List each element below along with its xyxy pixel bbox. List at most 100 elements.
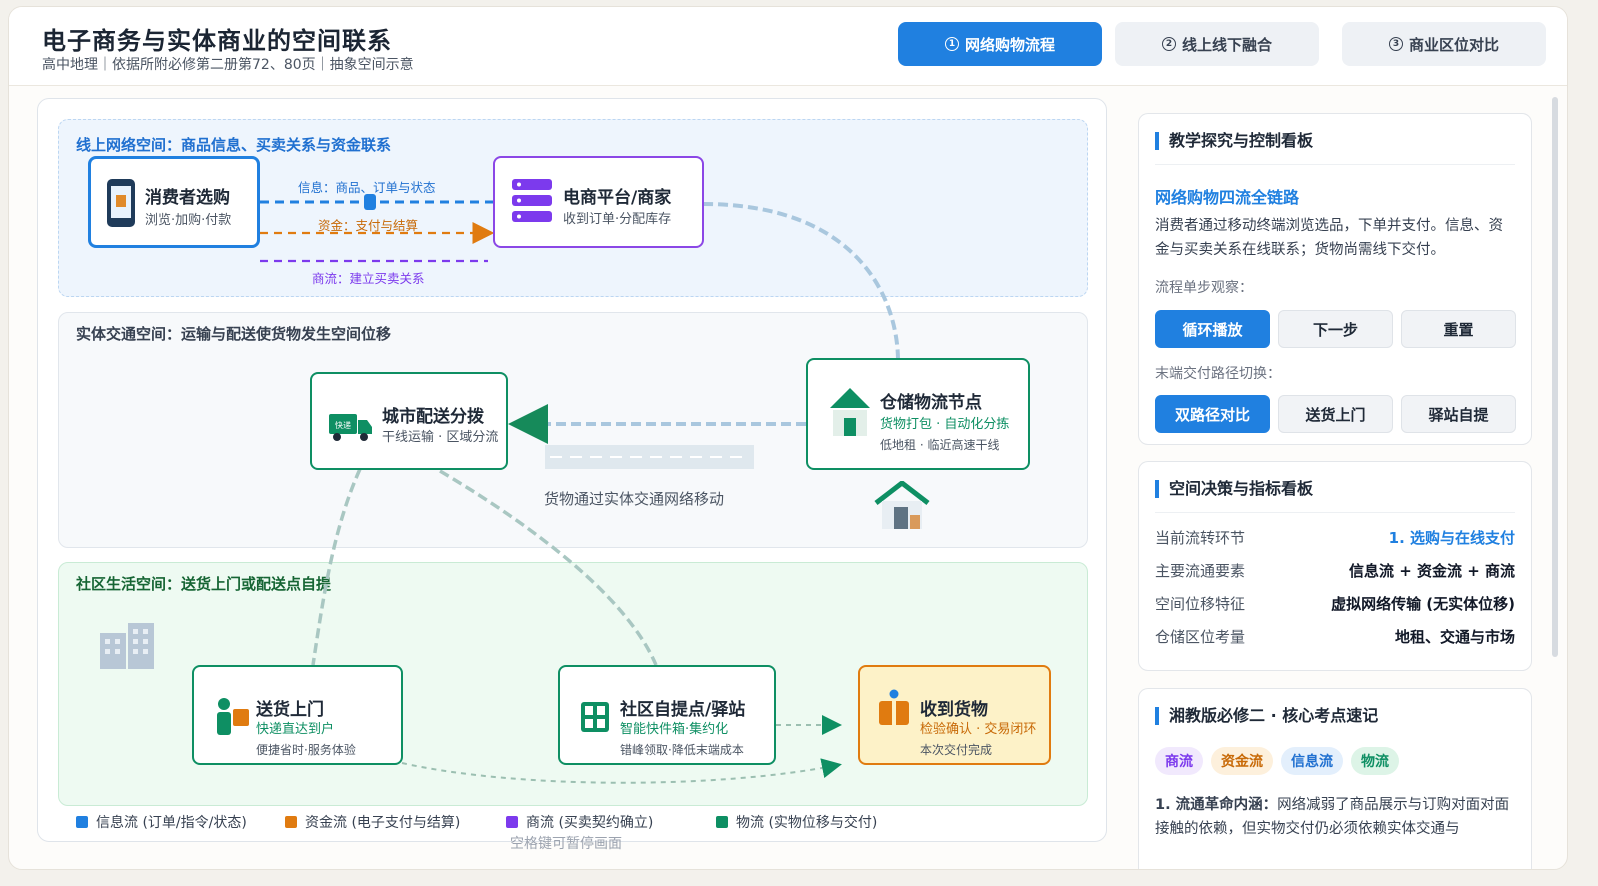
warehouse-title: 仓储物流节点	[880, 393, 982, 413]
home-delivery-subtitle: 快递直达到户	[256, 722, 335, 737]
home-delivery-node[interactable]: 送货上门 快递直达到户 便捷省时·服务体验	[192, 665, 403, 765]
key-points-panel-title: 湘教版必修二 · 核心考点速记	[1155, 707, 1378, 725]
city-to-home-line	[311, 468, 362, 666]
chip-logistics: 物流	[1351, 747, 1399, 775]
home-delivery-title: 送货上门	[256, 700, 324, 720]
metrics-panel-title: 空间决策与指标看板	[1155, 480, 1313, 498]
city-distribution-subtitle: 干线运输 · 区域分流	[382, 430, 499, 445]
path-label: 末端交付路径切换：	[1155, 366, 1281, 382]
legend-swatch	[716, 816, 728, 828]
trade-flow-label: 商流：建立买卖关系	[312, 271, 425, 286]
legend-label: 物流 (实物位移与交付)	[736, 815, 878, 831]
legend-label: 资金流 (电子支付与结算)	[305, 815, 461, 831]
metric-key: 当前流转环节	[1155, 529, 1246, 547]
warehouse-node[interactable]: 仓储物流节点 货物打包 · 自动化分拣 低地租 · 临近高速干线	[806, 358, 1030, 470]
pickup-station-subtitle: 智能快件箱·集约化	[620, 722, 729, 737]
pause-hint: 空格键可暂停画面	[510, 836, 622, 852]
metric-value: 1. 选购与在线支付	[1388, 529, 1515, 547]
tab-online-offline[interactable]: 2 线上线下融合	[1115, 22, 1319, 66]
flow-heading: 网络购物四流全链路	[1155, 188, 1300, 207]
metric-row: 空间位移特征 虚拟网络传输 (无实体位移)	[1155, 593, 1515, 614]
house-icon	[874, 481, 930, 529]
next-step-button[interactable]: 下一步	[1278, 310, 1393, 348]
tab-label: 网络购物流程	[964, 35, 1055, 54]
step-number-icon: 3	[1388, 37, 1403, 51]
home-delivery-button[interactable]: 送货上门	[1278, 395, 1393, 433]
legend-swatch	[506, 816, 518, 828]
metric-key: 仓储区位考量	[1155, 628, 1246, 646]
key-points-panel: 湘教版必修二 · 核心考点速记 商流 资金流 信息流 物流 1. 流通革命内涵：…	[1138, 688, 1532, 869]
receive-goods-node[interactable]: 收到货物 检验确认 · 交易闭环 本次交付完成	[858, 665, 1051, 765]
warehouse-subtitle: 货物打包 · 自动化分拣	[880, 417, 1010, 432]
consumer-subtitle: 浏览·加购·付款	[145, 213, 232, 228]
info-packet-icon	[364, 194, 376, 210]
warehouse-icon	[830, 388, 870, 436]
step-label: 流程单步观察：	[1155, 280, 1253, 296]
legend-label: 商流 (买卖契约确立)	[526, 815, 654, 831]
platform-to-warehouse-line	[702, 202, 900, 362]
pickup-station-note: 错峰领取·降低末端成本	[620, 743, 744, 757]
money-flow-label: 资金：支付与结算	[318, 218, 419, 233]
legend-money: 资金流 (电子支付与结算)	[285, 812, 460, 832]
warehouse-note: 低地租 · 临近高速干线	[880, 438, 1000, 452]
page-subtitle: 高中地理｜依据所附必修第二册第72、80页｜抽象空间示意	[42, 57, 414, 73]
legend-swatch	[76, 816, 88, 828]
receive-goods-title: 收到货物	[920, 700, 988, 720]
dual-path-button[interactable]: 双路径对比	[1155, 395, 1270, 433]
reset-button[interactable]: 重置	[1401, 310, 1516, 348]
legend-label: 信息流 (订单/指令/状态)	[96, 815, 247, 831]
info-flow-label: 信息：商品、订单与状态	[298, 180, 436, 195]
legend-logistics: 物流 (实物位移与交付)	[716, 812, 877, 832]
station-pickup-button[interactable]: 驿站自提	[1401, 395, 1516, 433]
locker-icon	[581, 702, 609, 732]
header: 电子商务与实体商业的空间联系 高中地理｜依据所附必修第二册第72、80页｜抽象空…	[9, 7, 1567, 86]
control-panel-title: 教学探究与控制看板	[1155, 132, 1313, 150]
platform-subtitle: 收到订单·分配库存	[563, 212, 672, 227]
platform-title: 电商平台/商家	[563, 188, 672, 208]
legend-info: 信息流 (订单/指令/状态)	[76, 812, 247, 832]
metric-value: 地租、交通与市场	[1394, 628, 1515, 646]
step-number-icon: 2	[1161, 37, 1176, 51]
tab-label: 线上线下融合	[1181, 35, 1272, 54]
step-number-icon: 1	[944, 37, 959, 51]
receive-goods-subtitle: 检验确认 · 交易闭环	[920, 722, 1037, 737]
diagram-canvas: 线上网络空间：商品信息、买卖关系与资金联系 实体交通空间：运输与配送使货物发生空…	[37, 98, 1107, 852]
parcel-icon	[879, 689, 909, 725]
flow-description: 消费者通过移动终端浏览选品，下单并支付。信息、资金与买卖关系在线联系；货物尚需线…	[1155, 218, 1503, 258]
chip-trade: 商流	[1155, 747, 1203, 775]
phone-icon	[107, 179, 135, 227]
city-distribution-node[interactable]: 快递 城市配送分拨 干线运输 · 区域分流	[310, 372, 508, 470]
scrollbar[interactable]	[1552, 97, 1558, 657]
transport-label: 货物通过实体交通网络移动	[544, 490, 725, 508]
app-window: 电子商务与实体商业的空间联系 高中地理｜依据所附必修第二册第72、80页｜抽象空…	[8, 6, 1568, 870]
pickup-station-node[interactable]: 社区自提点/驿站 智能快件箱·集约化 错峰领取·降低末端成本	[558, 665, 776, 765]
divider	[1155, 164, 1515, 165]
consumer-title: 消费者选购	[145, 188, 230, 208]
home-delivery-note: 便捷省时·服务体验	[256, 743, 356, 757]
truck-label: 快递	[335, 420, 351, 430]
building-icon	[100, 623, 154, 669]
metrics-panel: 空间决策与指标看板 当前流转环节 1. 选购与在线支付 主要流通要素 信息流 + 资…	[1138, 461, 1532, 671]
chip-money: 资金流	[1211, 747, 1273, 775]
page-title: 电子商务与实体商业的空间联系	[42, 27, 392, 55]
tab-location-compare[interactable]: 3 商业区位对比	[1342, 22, 1546, 66]
metric-row: 当前流转环节 1. 选购与在线支付	[1155, 527, 1515, 548]
legend-swatch	[285, 816, 297, 828]
platform-node[interactable]: 电商平台/商家 收到订单·分配库存	[493, 156, 704, 248]
loop-play-button[interactable]: 循环播放	[1155, 310, 1270, 348]
consumer-node[interactable]: 消费者选购 浏览·加购·付款	[88, 156, 260, 248]
tab-label: 商业区位对比	[1408, 35, 1499, 54]
key-point-text: 1. 流通革命内涵：网络减弱了商品展示与订购对面对面接触的依赖，但实物交付仍必须…	[1155, 793, 1517, 841]
tab-shopping-flow[interactable]: 1 网络购物流程	[898, 22, 1102, 66]
divider	[1155, 512, 1515, 513]
metric-key: 主要流通要素	[1155, 562, 1246, 580]
metric-row: 仓储区位考量 地租、交通与市场	[1155, 626, 1515, 647]
legend-trade: 商流 (买卖契约确立)	[506, 812, 653, 832]
home-to-receive-line	[401, 758, 842, 784]
chip-info: 信息流	[1281, 747, 1343, 775]
key-point-title: 1. 流通革命内涵：	[1155, 797, 1278, 813]
receive-goods-note: 本次交付完成	[920, 743, 993, 757]
server-icon	[512, 179, 552, 222]
metric-row: 主要流通要素 信息流 + 资金流 + 商流	[1155, 560, 1515, 581]
pickup-station-title: 社区自提点/驿站	[620, 700, 746, 720]
